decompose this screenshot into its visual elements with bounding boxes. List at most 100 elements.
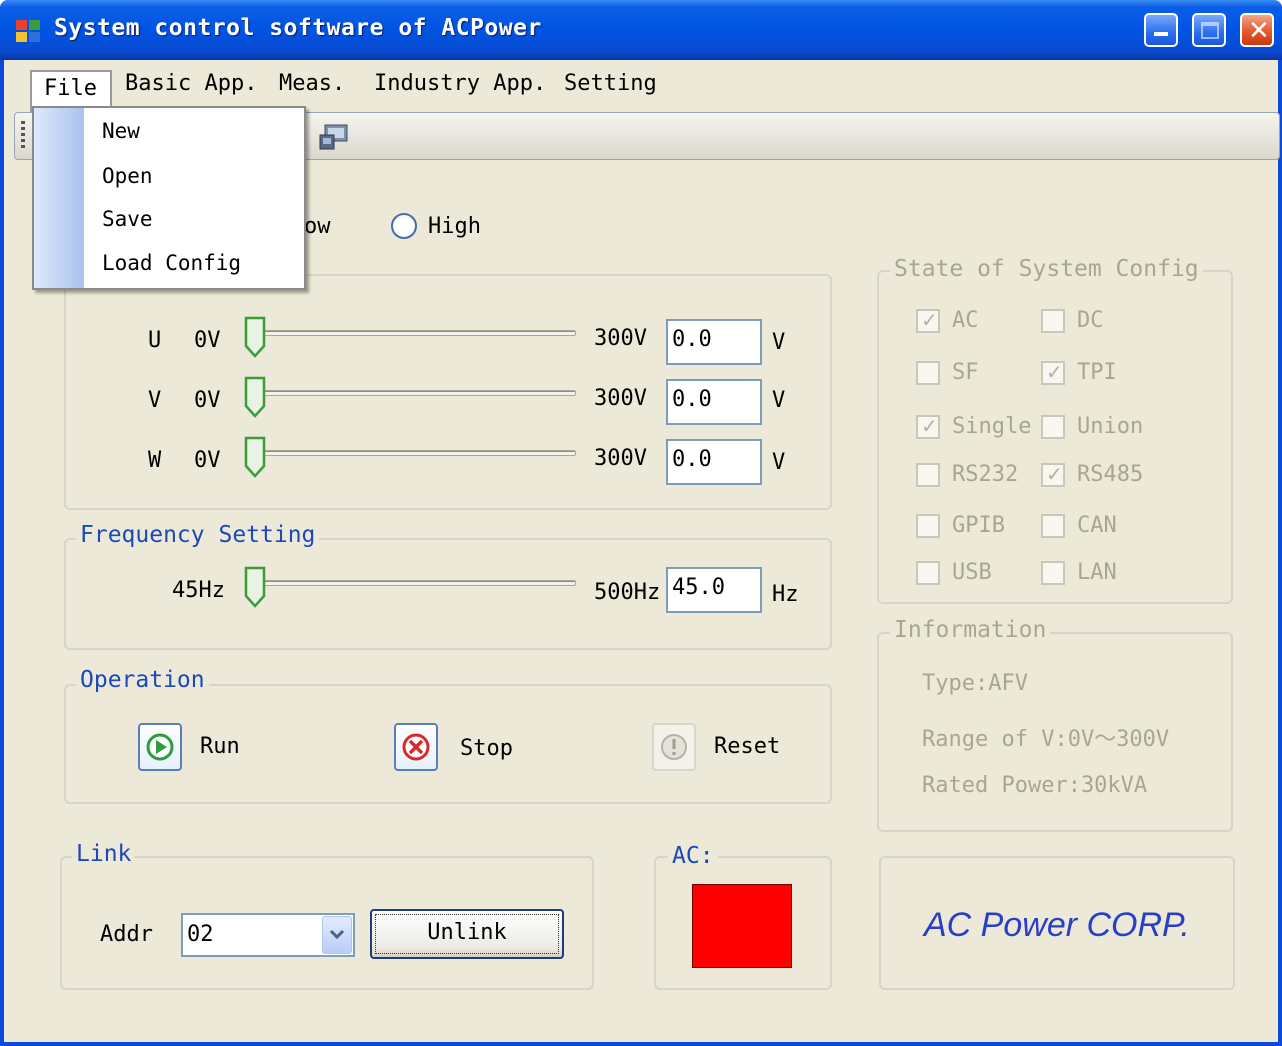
play-icon [146,733,174,761]
system-config-title: State of System Config [890,256,1203,282]
run-button[interactable] [138,723,182,771]
gpib-checkbox [916,514,940,538]
voltage-u-min-label: 0V [194,328,221,353]
phase-v-label: V [148,388,162,413]
reset-label[interactable]: Reset [714,734,780,759]
can-checkbox [1041,514,1065,538]
stop-icon [402,733,430,761]
voltage-w-slider-track[interactable] [254,450,576,456]
menu-basic-app[interactable]: Basic App. [125,71,257,96]
rs232-checkbox-label: RS232 [952,462,1019,487]
ac-checkbox: ✓ [916,308,940,333]
maximize-icon [1201,22,1219,39]
menu-item-new[interactable]: New [102,119,140,143]
union-checkbox-label: Union [1077,414,1144,439]
usb-checkbox [916,561,940,585]
voltage-w-slider-thumb[interactable] [244,436,266,478]
menu-setting[interactable]: Setting [564,71,657,96]
close-icon: ✕ [1248,16,1270,46]
voltage-w-max-label: 300V [594,446,647,471]
rs485-checkbox: ✓ [1041,462,1065,487]
maximize-button[interactable] [1192,13,1226,47]
link-group-title: Link [72,841,136,867]
lan-checkbox-label: LAN [1077,560,1117,585]
info-type: Type:AFV [922,671,1028,696]
high-radio[interactable] [391,213,417,239]
menu-item-load-config[interactable]: Load Config [102,251,241,275]
voltage-u-slider-track[interactable] [254,330,576,336]
menu-bar: File Basic App. Meas. Industry App. Sett… [4,60,1278,114]
phase-w-label: W [148,448,162,473]
ac-checkbox-label: AC [952,308,979,333]
phase-u-label: U [148,328,162,353]
menu-item-open[interactable]: Open [102,164,153,188]
app-icon [16,20,42,44]
reset-button[interactable] [652,723,696,771]
ac-status-indicator [692,884,792,968]
toolbar-grip[interactable] [21,121,25,151]
title-bar[interactable]: System control software of ACPower ✕ [0,0,1282,60]
menu-industry-app[interactable]: Industry App. [374,71,546,96]
high-radio-label: High [428,214,481,239]
operation-group-title: Operation [76,667,209,693]
sf-checkbox [916,361,940,385]
frequency-slider-track[interactable] [254,580,576,586]
dc-checkbox [1041,309,1065,333]
frequency-min-label: 45Hz [172,578,225,603]
info-rated-power: Rated Power:30kVA [922,773,1148,798]
frequency-unit: Hz [772,582,799,607]
rs485-checkbox-label: RS485 [1077,462,1144,487]
voltage-v-max-label: 300V [594,386,647,411]
addr-dropdown-button[interactable] [322,916,352,954]
connect-tool-icon[interactable] [317,121,353,153]
voltage-v-min-label: 0V [194,388,221,413]
voltage-u-input[interactable]: 0.0 [666,319,762,365]
reset-warning-icon [661,734,687,760]
voltage-v-slider-track[interactable] [254,390,576,396]
single-checkbox-label: Single [952,414,1032,439]
union-checkbox [1041,415,1065,439]
rs232-checkbox [916,463,940,487]
stop-button[interactable] [394,723,438,771]
addr-combobox[interactable]: 02 [181,913,355,957]
single-checkbox: ✓ [916,414,940,439]
addr-label: Addr [100,922,153,947]
voltage-v-input[interactable]: 0.0 [666,379,762,425]
frequency-slider-thumb[interactable] [244,566,266,608]
frequency-max-label: 500Hz [594,580,661,605]
frequency-group-title: Frequency Setting [76,522,320,548]
voltage-v-slider-thumb[interactable] [244,376,266,418]
menu-meas[interactable]: Meas. [279,71,345,96]
run-label[interactable]: Run [200,734,240,759]
app-window: System control software of ACPower ✕ Fil… [0,0,1282,1046]
voltage-w-input[interactable]: 0.0 [666,439,762,485]
can-checkbox-label: CAN [1077,513,1117,538]
voltage-u-slider-thumb[interactable] [244,316,266,358]
voltage-u-max-label: 300V [594,326,647,351]
unlink-button[interactable]: Unlink [370,909,564,959]
close-button[interactable]: ✕ [1240,13,1274,47]
menu-item-save[interactable]: Save [102,207,153,231]
unlink-label: Unlink [427,920,507,945]
ac-group-title: AC: [668,843,718,869]
tpi-checkbox-label: TPI [1077,360,1117,385]
low-radio-label: ow [304,214,331,239]
frequency-input[interactable]: 45.0 [666,567,762,613]
voltage-u-unit: V [772,330,786,355]
lan-checkbox [1041,561,1065,585]
dc-checkbox-label: DC [1077,308,1104,333]
voltage-w-unit: V [772,450,786,475]
window-title: System control software of ACPower [54,15,542,41]
file-menu-dropdown: New Open Save Load Config [32,106,306,290]
sf-checkbox-label: SF [952,360,979,385]
minimize-icon [1154,32,1168,36]
voltage-v-unit: V [772,388,786,413]
gpib-checkbox-label: GPIB [952,513,1005,538]
menu-icon-strip [34,108,84,288]
voltage-w-min-label: 0V [194,448,221,473]
chevron-down-icon [329,929,345,940]
brand-logo-text: AC Power CORP. [924,906,1190,944]
minimize-button[interactable] [1144,13,1178,47]
info-range: Range of V:0V～300V [922,727,1170,752]
stop-label[interactable]: Stop [460,736,513,761]
